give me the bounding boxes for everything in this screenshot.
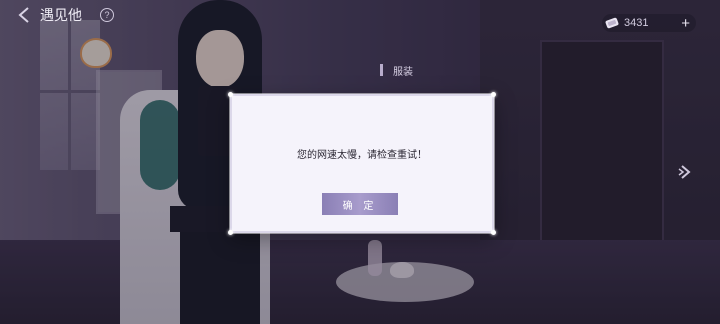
ticket-icon bbox=[605, 17, 619, 29]
dialog-corner-ornament bbox=[228, 92, 233, 97]
chevron-right-icon[interactable] bbox=[678, 164, 694, 180]
dialog-corner-ornament bbox=[491, 92, 496, 97]
top-bar: 遇见他 ? bbox=[16, 6, 114, 24]
confirm-button[interactable]: 确 定 bbox=[322, 193, 398, 215]
help-icon[interactable]: ? bbox=[100, 8, 114, 22]
network-error-dialog: 您的网速太慢，请检查重试！ 确 定 bbox=[228, 92, 496, 235]
page-title: 遇见他 bbox=[40, 7, 82, 23]
tab-costume-label: 服装 bbox=[393, 66, 413, 78]
tab-costume[interactable]: 服装 bbox=[380, 62, 413, 78]
dialog-message: 您的网速太慢，请检查重试！ bbox=[297, 150, 427, 161]
currency-counter: 3431 + bbox=[602, 14, 696, 32]
currency-value: 3431 bbox=[624, 17, 649, 29]
add-currency-icon[interactable]: + bbox=[681, 16, 690, 31]
dialog-corner-ornament bbox=[491, 230, 496, 235]
back-arrow-icon[interactable] bbox=[16, 6, 34, 24]
tab-indicator bbox=[380, 64, 383, 76]
dialog-corner-ornament bbox=[228, 230, 233, 235]
